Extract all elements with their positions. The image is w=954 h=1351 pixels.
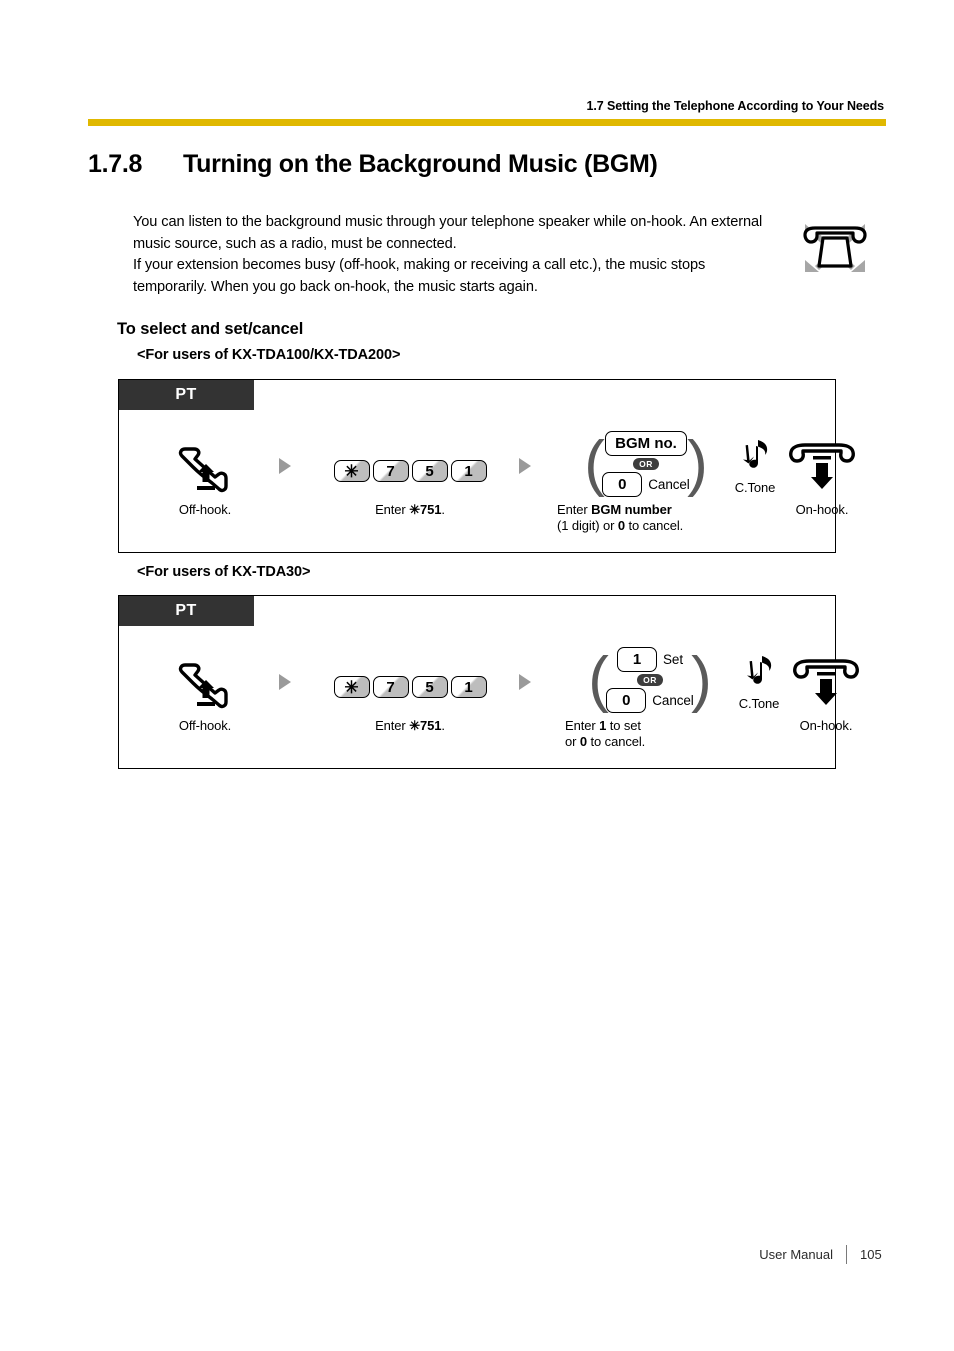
step-enter-caption: Enter ✳751. [315,502,505,518]
step-bgm-caption-line2: (1 digit) or 0 to cancel. [557,518,741,534]
step-bgm-caption-line1: Enter BGM number [557,502,741,518]
sc-cap-1b: to set [606,718,641,733]
footer-page-number: 105 [860,1247,882,1262]
bgm-cap-bold: BGM number [591,502,672,517]
intro-text: You can listen to the background music t… [133,212,781,298]
keypad-sequence: ✳ 7 5 1 [315,440,505,502]
enter-suffix-2: . [441,718,445,733]
page-title: 1.7.8 Turning on the Background Music (B… [88,150,888,179]
or-rows: BGM no. OR 0 Cancel [602,431,690,497]
telephone-with-x-icon [789,216,881,280]
header-gold-rule [88,119,886,126]
flow-arrow-2-box2 [519,674,531,690]
flow-diagram-tda30: PT Off-hook. ✳ 7 5 1 Enter ✳751. () 1 S… [118,595,859,769]
or-line-cancel: 0 Cancel [602,471,690,497]
enter-prefix-2: Enter [375,718,410,733]
page-footer: User Manual 105 [88,1245,886,1264]
running-head: 1.7 Setting the Telephone According to Y… [586,99,885,113]
key-5[interactable]: 5 [411,676,448,698]
key-7[interactable]: 7 [372,676,409,698]
or-group-2: ( ) 1 Set OR 0 Cancel [588,647,712,713]
key-bgm-no[interactable]: BGM no. [605,431,687,457]
key-7[interactable]: 7 [372,460,409,482]
or-group: ( ) BGM no. OR 0 Cancel [584,431,708,497]
key-5[interactable]: 5 [411,460,448,482]
step-off-hook-caption: Off-hook. [178,502,232,517]
to-select-heading: To select and set/cancel [117,320,304,338]
keypad-sequence-2: ✳ 7 5 1 [315,656,505,718]
key-star-label: ✳ [344,677,359,697]
key-star-label: ✳ [344,461,359,481]
flow-steps-2: Off-hook. ✳ 7 5 1 Enter ✳751. ( ) 1 Set … [119,628,859,768]
sc-cap-2a: or [565,734,580,749]
flow-arrow-1 [279,458,291,474]
handset-off-hook-icon [145,656,265,718]
key-1-set[interactable]: 1 [617,647,658,673]
bgm-cap-2bold: 0 [617,518,625,533]
step-bgm-caption: Enter BGM number (1 digit) or 0 to cance… [551,502,741,534]
key-0[interactable]: 0 [602,471,643,497]
step-enter-caption-2: Enter ✳751. [315,718,505,734]
users-tda100-200-heading: <For users of KX-TDA100/KX-TDA200> [137,347,401,363]
step-on-hook-caption-2: On-hook. [799,718,853,733]
keyrow: ✳ 7 5 1 [333,460,487,482]
or-line-cancel-2: 0 Cancel [606,687,694,713]
or-rows-2: 1 Set OR 0 Cancel [606,647,694,713]
or-badge-2: OR [637,674,663,686]
intro-paragraph-2: If your extension becomes busy (off-hook… [133,257,706,295]
key-0-label-2: Cancel [652,692,694,708]
sc-cap-2b: to cancel. [587,734,646,749]
setcancel-cap-line1: Enter 1 to set [565,718,745,734]
sc-cap-1a: Enter [565,718,600,733]
step-enter-code: ✳ 7 5 1 Enter ✳751. [315,440,505,518]
flow-diagram-tda100-tda200: PT Off-hook. ✳ 7 5 1 Enter ✳751. () BGM… [118,379,855,553]
flow-arrow-1-box2 [279,674,291,690]
keyrow-2: ✳ 7 5 1 [333,676,487,698]
step-enter-code-2: ✳ 7 5 1 Enter ✳751. [315,656,505,734]
step-off-hook-caption-2: Off-hook. [178,718,232,733]
section-number: 1.7.8 [88,150,143,178]
step-off-hook: Off-hook. [145,440,265,518]
intro-paragraph-1: You can listen to the background music t… [133,214,763,252]
flow-arrow-2 [519,458,531,474]
or-line-set: 1 Set [617,647,683,673]
section-title-text: Turning on the Background Music (BGM) [183,150,658,178]
key-0-cancel[interactable]: 0 [606,687,647,713]
enter-suffix: . [441,502,445,517]
bgm-cap-2b: to cancel. [624,518,684,533]
enter-code-2: ✳751 [409,718,442,733]
key-1-label: Set [663,652,683,668]
footer-divider [846,1245,847,1264]
users-tda30-heading: <For users of KX-TDA30> [137,564,311,580]
step-on-hook: On-hook. [767,432,877,518]
enter-code: ✳751 [409,502,442,517]
pt-tab-label: PT [118,379,254,410]
key-star[interactable]: ✳ [333,460,370,482]
step-on-hook-2: On-hook. [771,648,881,734]
key-0-label: Cancel [648,476,690,492]
bgm-cap-2a: (1 digit) or [557,518,618,533]
handset-on-hook-icon [767,432,877,502]
setcancel-cap-line2: or 0 to cancel. [565,734,745,750]
sc-cap-2bold: 0 [579,734,588,749]
pt-tab-label-2: PT [118,595,254,626]
enter-prefix: Enter [375,502,410,517]
page-header: 1.7 Setting the Telephone According to Y… [88,98,886,126]
step-off-hook-2: Off-hook. [145,656,265,734]
or-badge: OR [633,458,659,470]
bgm-cap-prefix: Enter [557,502,592,517]
footer-manual-label: User Manual [759,1247,833,1262]
key-1[interactable]: 1 [450,460,487,482]
key-1[interactable]: 1 [450,676,487,698]
step-on-hook-caption: On-hook. [795,502,849,517]
flow-steps: Off-hook. ✳ 7 5 1 Enter ✳751. ( ) BGM no… [119,412,855,552]
handset-off-hook-icon [145,440,265,502]
key-star[interactable]: ✳ [333,676,370,698]
step-set-cancel-caption: Enter 1 to set or 0 to cancel. [555,718,745,750]
or-line-bgm: BGM no. [605,431,687,457]
handset-on-hook-icon [771,648,881,718]
